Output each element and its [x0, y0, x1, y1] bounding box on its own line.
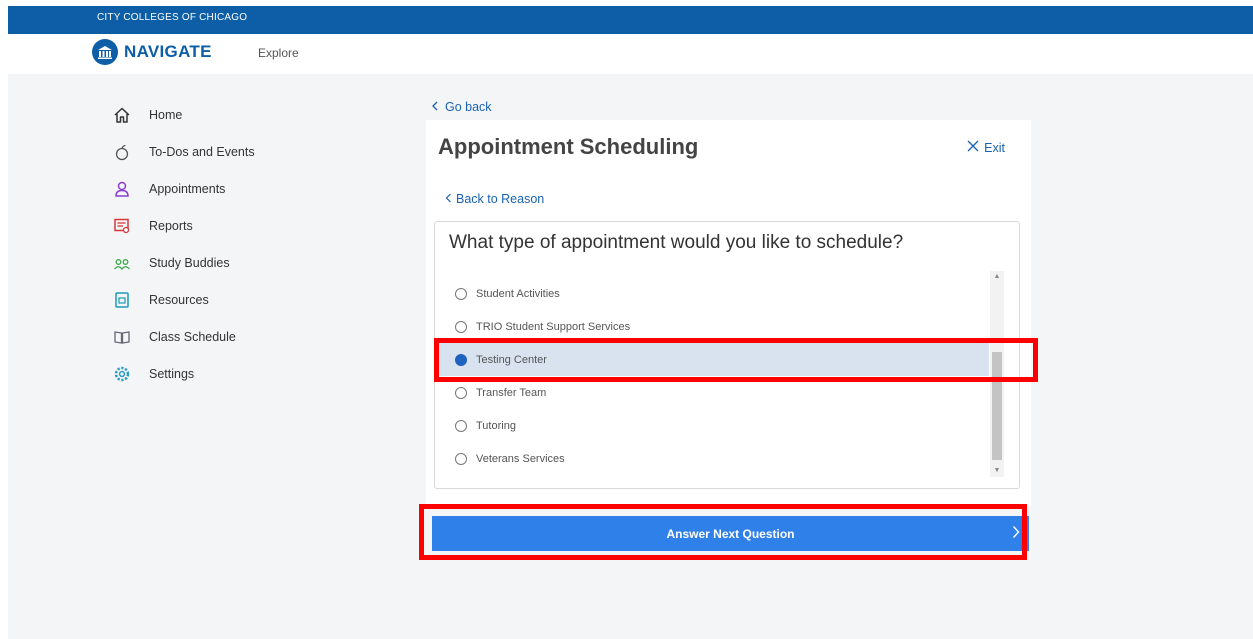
book-icon: [111, 326, 133, 348]
radio-button[interactable]: [455, 320, 467, 333]
sidebar-item-label: Study Buddies: [149, 255, 230, 270]
scroll-up-icon[interactable]: ▲: [990, 271, 1004, 283]
radio-button[interactable]: [455, 419, 467, 432]
people-icon: [111, 252, 133, 274]
question-text: What type of appointment would you like …: [449, 232, 904, 253]
option-label: Tutoring: [476, 419, 516, 432]
sidebar-item-class-schedule[interactable]: Class Schedule: [111, 318, 331, 355]
option-label: Veterans Services: [476, 452, 565, 465]
scrollbar-thumb[interactable]: [992, 352, 1002, 460]
resources-icon: [111, 289, 133, 311]
top-bar: CITY COLLEGES OF CHICAGO: [8, 6, 1253, 34]
sidebar-item-label: Class Schedule: [149, 329, 236, 344]
sidebar-item-home[interactable]: Home: [111, 96, 331, 133]
sidebar-item-label: Reports: [149, 218, 193, 233]
page-title: Appointment Scheduling: [438, 134, 699, 159]
home-icon: [111, 104, 133, 126]
options-scrollbar[interactable]: ▲ ▼: [990, 271, 1004, 477]
app-window: CITY COLLEGES OF CHICAGO NAVIGATE Explor…: [8, 6, 1253, 639]
close-icon: [967, 140, 979, 155]
apple-icon: [111, 141, 133, 163]
appointment-card: Appointment Scheduling Exit Back to Reas…: [426, 120, 1031, 506]
org-name: CITY COLLEGES OF CHICAGO: [97, 12, 248, 23]
chevron-right-icon: [1012, 525, 1020, 544]
explore-link[interactable]: Explore: [258, 46, 299, 60]
sidebar-item-reports[interactable]: Reports: [111, 207, 331, 244]
question-box: What type of appointment would you like …: [434, 221, 1020, 489]
chevron-left-icon: [445, 192, 452, 206]
exit-button[interactable]: Exit: [967, 140, 1005, 155]
sidebar-item-label: To-Dos and Events: [149, 144, 255, 159]
option-label: TRIO Student Support Services: [476, 320, 631, 333]
option-label: Student Activities: [476, 287, 560, 300]
go-back-label: Go back: [445, 100, 492, 114]
sidebar-item-study-buddies[interactable]: Study Buddies: [111, 244, 331, 281]
scroll-down-icon[interactable]: ▼: [990, 465, 1004, 477]
header: NAVIGATE Explore: [8, 34, 1253, 74]
option-label: Testing Center: [476, 353, 547, 366]
person-icon: [111, 178, 133, 200]
sidebar-item-label: Resources: [149, 292, 209, 307]
radio-button-selected[interactable]: [455, 353, 467, 366]
sidebar-item-appointments[interactable]: Appointments: [111, 170, 331, 207]
chevron-left-icon: [431, 100, 439, 114]
back-to-reason-label: Back to Reason: [456, 192, 545, 206]
option-transfer-team[interactable]: Transfer Team: [435, 376, 989, 409]
answer-next-question-label: Answer Next Question: [666, 526, 795, 541]
sidebar-item-settings[interactable]: Settings: [111, 355, 331, 392]
option-veterans-services[interactable]: Veterans Services: [435, 442, 989, 475]
option-trio-student-support-services[interactable]: TRIO Student Support Services: [435, 310, 989, 343]
options-list[interactable]: Student Activities TRIO Student Support …: [435, 277, 989, 475]
report-icon: [111, 215, 133, 237]
option-tutoring[interactable]: Tutoring: [435, 409, 989, 442]
go-back-link[interactable]: Go back: [431, 100, 492, 114]
navigate-logo-icon: [92, 39, 118, 65]
sidebar-item-label: Home: [149, 107, 183, 122]
option-label: Transfer Team: [476, 386, 547, 399]
back-to-reason-link[interactable]: Back to Reason: [445, 192, 544, 206]
radio-button[interactable]: [455, 452, 467, 465]
app-name: NAVIGATE: [124, 42, 212, 61]
sidebar: Home To-Dos and Events Appointments Repo…: [111, 96, 331, 392]
gear-icon: [111, 363, 133, 385]
exit-label: Exit: [984, 140, 1005, 155]
sidebar-item-resources[interactable]: Resources: [111, 281, 331, 318]
answer-next-question-button[interactable]: Answer Next Question: [432, 516, 1029, 551]
radio-button[interactable]: [455, 386, 467, 399]
radio-button[interactable]: [455, 287, 467, 300]
sidebar-item-label: Settings: [149, 366, 195, 381]
option-student-activities[interactable]: Student Activities: [435, 277, 989, 310]
sidebar-item-label: Appointments: [149, 181, 226, 196]
navigate-logo[interactable]: NAVIGATE: [92, 39, 212, 65]
option-testing-center[interactable]: Testing Center: [435, 343, 989, 376]
sidebar-item-todos[interactable]: To-Dos and Events: [111, 133, 331, 170]
